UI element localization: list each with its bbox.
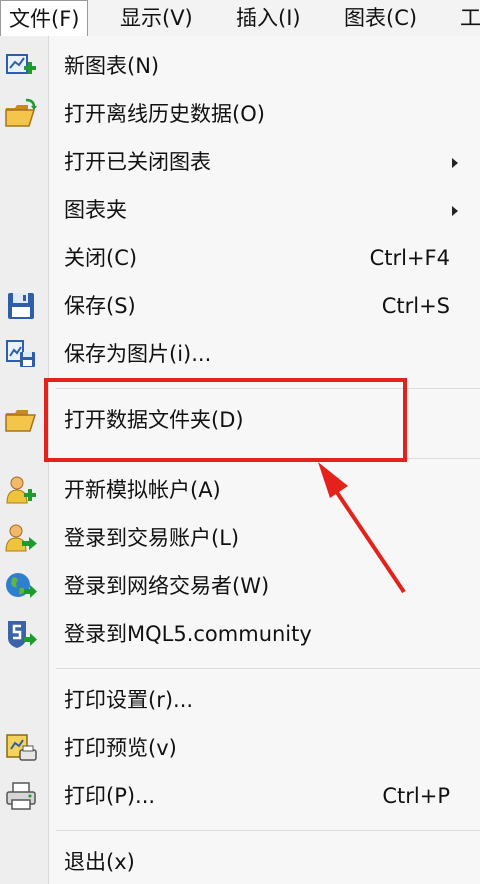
menu-separator: [56, 668, 480, 669]
menu-bar: 文件(F) 显示(V) 插入(I) 图表(C) 工: [0, 0, 480, 37]
folder-icon: [4, 404, 38, 436]
menu-file[interactable]: 文件(F): [0, 0, 89, 37]
submenu-arrow-icon: [452, 206, 458, 216]
highlight-box: [44, 378, 407, 462]
menu-item-label: 打印设置(r)...: [64, 688, 194, 712]
save-icon: [4, 290, 38, 322]
new-chart-icon: [4, 50, 38, 82]
menu-view[interactable]: 显示(V): [112, 0, 201, 36]
menu-item-label: 保存(S): [64, 294, 136, 318]
menu-item-label: 图表夹: [64, 198, 127, 222]
menu-item-login-trade-account[interactable]: 登录到交易账户(L): [0, 516, 480, 560]
menu-item-save-as-picture[interactable]: 保存为图片(i)...: [0, 332, 480, 376]
menu-item-print-setup[interactable]: 打印设置(r)...: [0, 678, 480, 722]
menu-item-profiles[interactable]: 图表夹: [0, 188, 480, 232]
print-preview-icon: [4, 732, 38, 764]
menu-item-new-chart[interactable]: 新图表(N): [0, 44, 480, 88]
menu-item-label: 登录到交易账户(L): [64, 526, 240, 550]
menu-item-print[interactable]: 打印(P)... Ctrl+P: [0, 774, 480, 818]
menu-item-label: 保存为图片(i)...: [64, 342, 212, 366]
new-account-icon: [4, 474, 38, 506]
menu-item-open-closed-charts[interactable]: 打开已关闭图表: [0, 140, 480, 184]
menu-item-shortcut: Ctrl+S: [381, 294, 450, 318]
menu-item-exit[interactable]: 退出(x): [0, 840, 480, 884]
menu-item-close[interactable]: 关闭(C) Ctrl+F4: [0, 236, 480, 280]
menu-item-label: 登录到网络交易者(W): [64, 574, 270, 598]
menu-item-label: 开新模拟帐户(A): [64, 478, 221, 502]
printer-icon: [4, 780, 38, 812]
menu-item-shortcut: Ctrl+F4: [369, 246, 450, 270]
open-folder-icon: [4, 98, 38, 130]
menu-item-label: 退出(x): [64, 850, 135, 874]
menu-item-shortcut: Ctrl+P: [382, 784, 450, 808]
menu-insert[interactable]: 插入(I): [228, 0, 309, 36]
login-account-icon: [4, 522, 38, 554]
menu-item-label: 关闭(C): [64, 246, 138, 270]
menu-item-print-preview[interactable]: 打印预览(v): [0, 726, 480, 770]
menu-separator: [56, 830, 480, 831]
menu-item-open-demo-account[interactable]: 开新模拟帐户(A): [0, 468, 480, 512]
menu-item-label: 新图表(N): [64, 54, 160, 78]
menu-charts[interactable]: 图表(C): [336, 0, 425, 36]
menu-item-label: 打开离线历史数据(O): [64, 102, 265, 126]
mql5-icon: [4, 618, 38, 650]
menu-tools[interactable]: 工: [452, 0, 480, 36]
menu-item-label: 打印预览(v): [64, 736, 177, 760]
submenu-arrow-icon: [452, 158, 458, 168]
save-as-picture-icon: [4, 338, 38, 370]
web-trader-icon: [4, 570, 38, 602]
menu-item-label: 打印(P)...: [64, 784, 156, 808]
menu-item-login-mql5[interactable]: 登录到MQL5.community: [0, 612, 480, 656]
menu-item-save[interactable]: 保存(S) Ctrl+S: [0, 284, 480, 328]
menu-item-open-offline[interactable]: 打开离线历史数据(O): [0, 92, 480, 136]
menu-item-label: 打开已关闭图表: [64, 150, 211, 174]
menu-item-login-web-trader[interactable]: 登录到网络交易者(W): [0, 564, 480, 608]
menu-item-label: 登录到MQL5.community: [64, 622, 312, 646]
